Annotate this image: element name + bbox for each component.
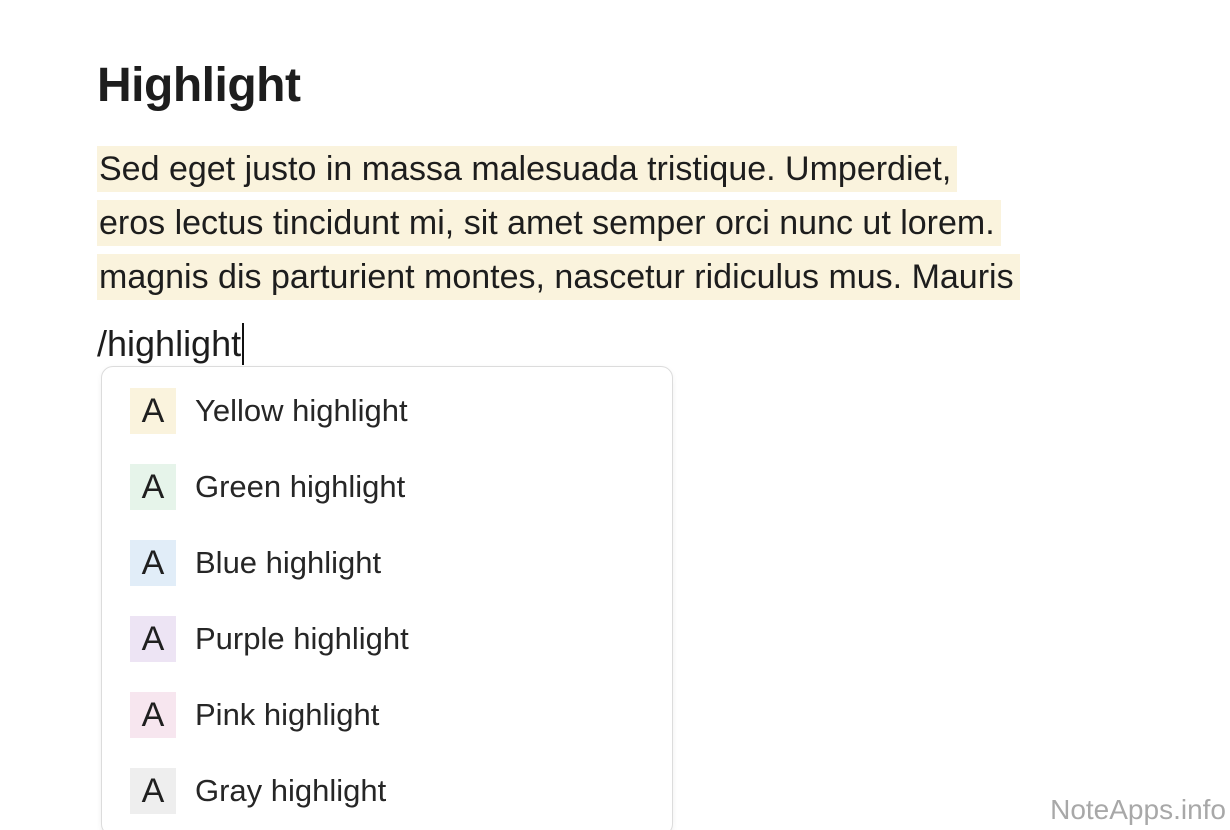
slash-command-text: /highlight xyxy=(97,323,242,364)
paragraph-line: eros lectus tincidunt mi, sit amet sempe… xyxy=(97,200,1177,254)
highlighted-paragraph[interactable]: Sed eget justo in massa malesuada tristi… xyxy=(97,146,1177,308)
menu-item-gray-highlight[interactable]: A Gray highlight xyxy=(102,753,672,829)
highlight-command-menu: A Yellow highlight A Green highlight A B… xyxy=(101,366,673,830)
menu-item-label: Gray highlight xyxy=(195,773,387,808)
menu-item-green-highlight[interactable]: A Green highlight xyxy=(102,449,672,525)
menu-item-label: Pink highlight xyxy=(195,697,380,732)
menu-item-label: Blue highlight xyxy=(195,545,382,580)
menu-item-yellow-highlight[interactable]: A Yellow highlight xyxy=(102,373,672,449)
page-title: Highlight xyxy=(97,59,301,112)
green-highlight-icon: A xyxy=(130,464,176,510)
paragraph-line: Sed eget justo in massa malesuada tristi… xyxy=(97,146,1177,200)
paragraph-line: magnis dis parturient montes, nascetur r… xyxy=(97,254,1177,308)
watermark-text: NoteApps.info xyxy=(1050,794,1226,825)
slash-command-input[interactable]: /highlight xyxy=(97,318,245,370)
pink-highlight-icon: A xyxy=(130,692,176,738)
menu-item-label: Purple highlight xyxy=(195,621,409,656)
menu-item-purple-highlight[interactable]: A Purple highlight xyxy=(102,601,672,677)
blue-highlight-icon: A xyxy=(130,540,176,586)
highlighted-text: magnis dis parturient montes, nascetur r… xyxy=(97,254,1020,300)
gray-highlight-icon: A xyxy=(130,768,176,814)
menu-item-label: Yellow highlight xyxy=(195,393,408,428)
highlighted-text: eros lectus tincidunt mi, sit amet sempe… xyxy=(97,200,1001,246)
purple-highlight-icon: A xyxy=(130,616,176,662)
text-caret xyxy=(242,323,245,365)
menu-item-pink-highlight[interactable]: A Pink highlight xyxy=(102,677,672,753)
menu-item-blue-highlight[interactable]: A Blue highlight xyxy=(102,525,672,601)
editor-page: Highlight Sed eget justo in massa malesu… xyxy=(0,0,1230,830)
yellow-highlight-icon: A xyxy=(130,388,176,434)
menu-item-label: Green highlight xyxy=(195,469,406,504)
highlighted-text: Sed eget justo in massa malesuada tristi… xyxy=(97,146,958,192)
